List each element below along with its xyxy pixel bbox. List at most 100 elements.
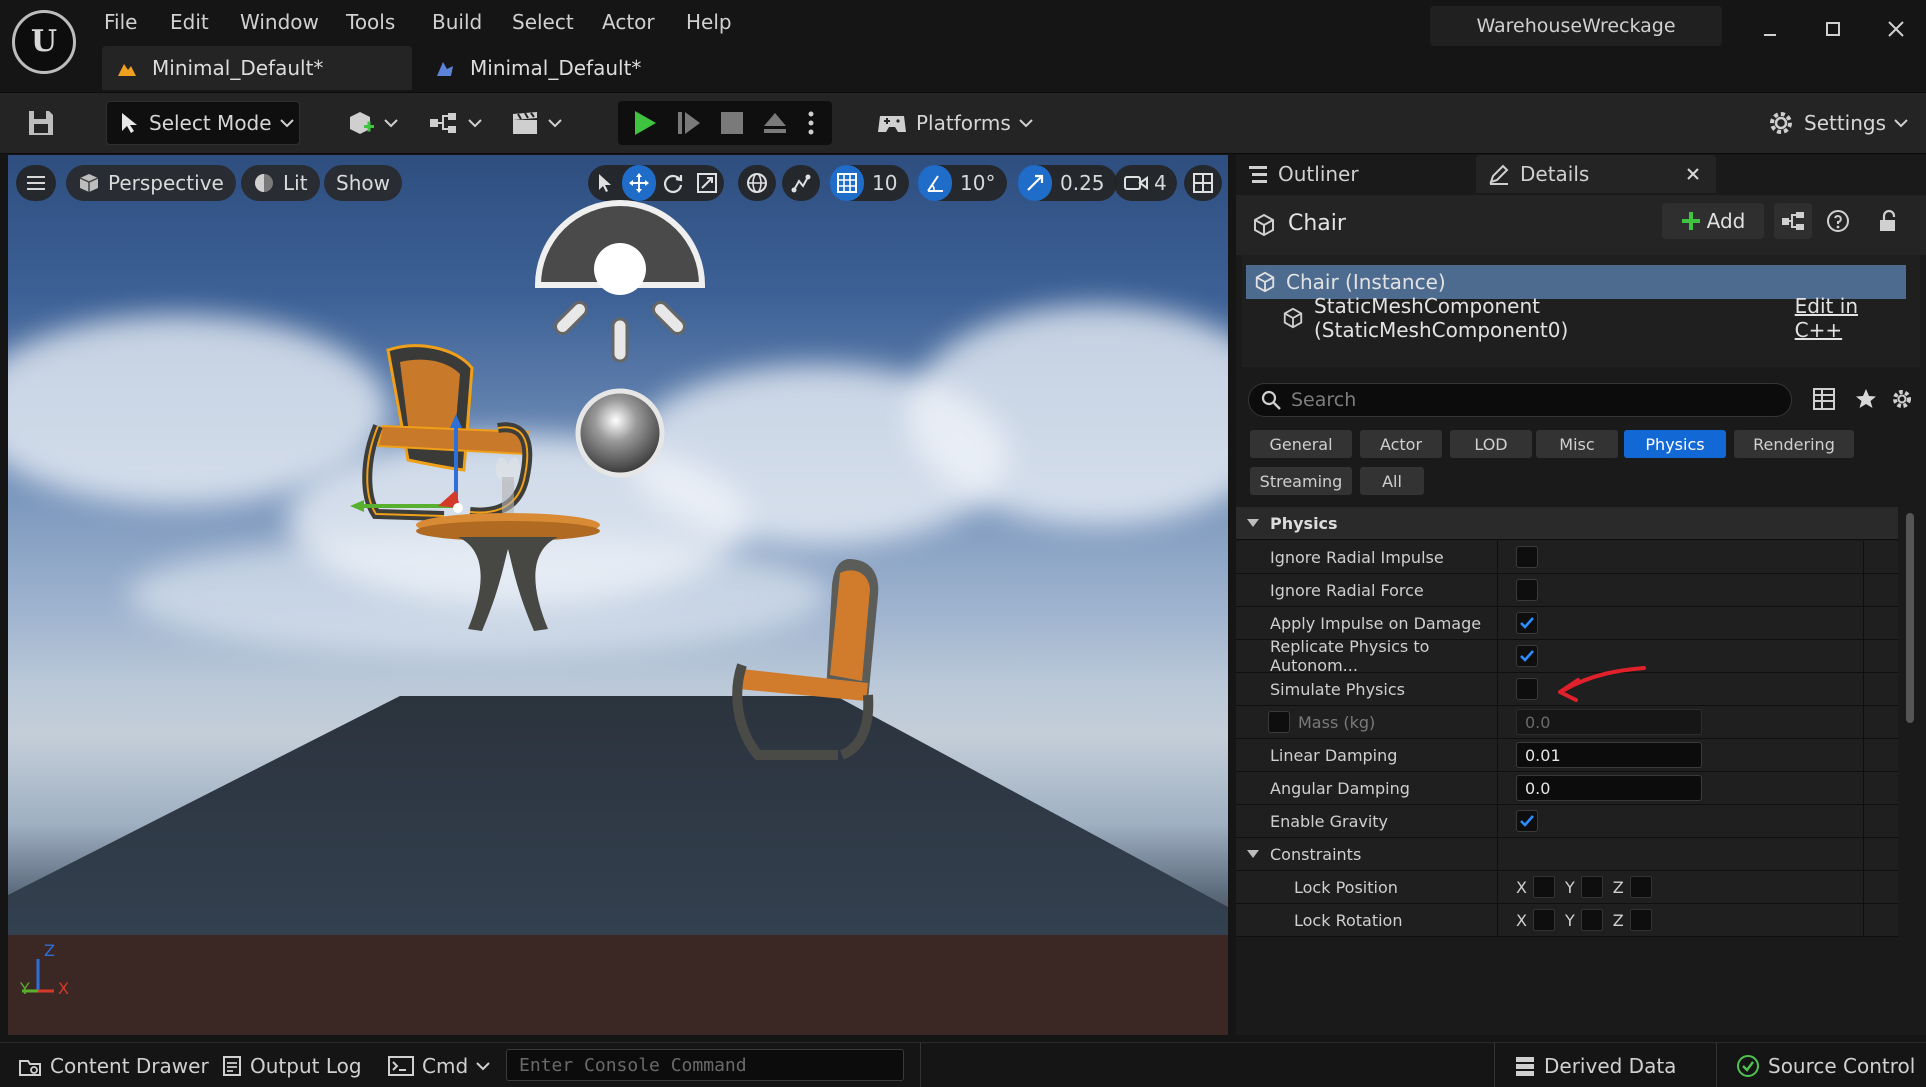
show-button[interactable]: Show [324,165,402,201]
tab-outliner[interactable]: Outliner [1236,155,1472,193]
linear-damping-input[interactable]: 0.01 [1516,742,1702,768]
axis-z-label: Z [44,941,55,960]
stop-icon[interactable] [720,111,744,135]
filter-misc[interactable]: Misc [1536,430,1618,458]
filter-actor[interactable]: Actor [1360,430,1442,458]
maximize-button[interactable] [1813,12,1853,46]
camera-speed-control[interactable]: 4 [1114,165,1177,201]
enable-gravity-checkbox[interactable] [1516,810,1538,832]
tab-level-active[interactable]: Minimal_Default* [102,46,412,90]
favorites-star-icon[interactable] [1854,387,1878,411]
z-label: Z [1612,910,1624,930]
menu-file[interactable]: File [104,8,137,36]
scrollbar-thumb[interactable] [1906,513,1914,723]
eject-icon[interactable] [762,111,788,135]
derived-data-button[interactable]: Derived Data [1514,1049,1676,1083]
source-control-button[interactable]: Source Control [1736,1049,1915,1083]
chevron-down-icon [1894,118,1908,128]
mass-override-checkbox[interactable] [1268,711,1290,733]
replicate-physics-checkbox[interactable] [1516,645,1538,667]
menu-tools[interactable]: Tools [346,8,395,36]
add-component-button[interactable]: Add [1662,203,1764,239]
filter-streaming[interactable]: Streaming [1250,467,1352,495]
close-window-button[interactable] [1876,12,1916,46]
x-label: X [1516,877,1527,897]
apply-impulse-checkbox[interactable] [1516,612,1538,634]
category-physics[interactable]: Physics [1236,507,1898,540]
menu-select[interactable]: Select [512,8,574,36]
more-options-icon[interactable] [808,110,814,136]
perspective-button[interactable]: Perspective [66,165,236,201]
lock-icon[interactable] [1878,209,1900,233]
content-drawer-button[interactable]: Content Drawer [18,1049,209,1083]
gear-icon[interactable] [1890,387,1914,411]
filter-physics[interactable]: Physics [1624,430,1726,458]
check-icon [1520,650,1534,662]
unreal-logo-icon[interactable]: U [12,10,76,74]
close-icon[interactable] [1686,167,1700,181]
grid-snap-control[interactable]: 10 [830,165,910,201]
filter-all[interactable]: All [1360,467,1424,495]
output-log-button[interactable]: Output Log [222,1049,362,1083]
skip-frame-icon[interactable] [676,109,702,137]
menu-window[interactable]: Window [240,8,319,36]
check-circle-icon [1736,1054,1760,1078]
platforms-button[interactable]: Platforms [876,101,1033,145]
angular-damping-input[interactable]: 0.0 [1516,775,1702,801]
menu-edit[interactable]: Edit [170,8,209,36]
camera-icon [1124,174,1148,192]
viewport-layout-button[interactable] [1184,165,1222,201]
level-viewport[interactable]: Perspective Lit Show 10 10° 0.25 4 Z Y X [8,155,1228,1035]
component-row[interactable]: StaticMeshComponent (StaticMeshComponent… [1282,294,1916,342]
viewport-menu-button[interactable] [16,165,56,201]
select-mode-dropdown[interactable]: Select Mode [106,101,300,145]
chevron-down-icon [548,118,562,128]
tab-details[interactable]: Details [1476,155,1716,193]
simulate-physics-checkbox[interactable] [1516,678,1538,700]
filter-lod[interactable]: LOD [1450,430,1532,458]
surface-snap-button[interactable] [782,165,820,201]
lock-position-y-checkbox[interactable] [1580,876,1603,898]
ignore-radial-force-checkbox[interactable] [1516,579,1538,601]
prop-linear-damping: Linear Damping 0.01 [1236,739,1898,772]
tab-level-blueprint[interactable]: Minimal_Default* [420,46,720,90]
chevron-down-icon [468,118,482,128]
blueprints-button[interactable] [428,101,482,145]
edit-in-cpp-link[interactable]: Edit in C++ [1795,294,1908,342]
filter-rendering[interactable]: Rendering [1734,430,1854,458]
menu-build[interactable]: Build [432,8,482,36]
ignore-radial-impulse-checkbox[interactable] [1516,546,1538,568]
settings-button[interactable]: Settings [1766,101,1908,145]
play-icon[interactable] [632,109,658,137]
add-content-button[interactable] [346,101,398,145]
blueprint-button[interactable] [1774,203,1812,239]
rotation-snap-control[interactable]: 10° [918,165,1008,201]
scale-snap-control[interactable]: 0.25 [1018,165,1117,201]
world-space-button[interactable] [738,165,776,201]
divider [1494,1043,1495,1087]
console-input[interactable]: Enter Console Command [506,1049,904,1081]
cmd-dropdown[interactable]: Cmd [388,1049,490,1083]
menu-help[interactable]: Help [686,8,732,36]
directional-light-icon[interactable] [528,193,712,363]
add-actor-icon [346,109,376,137]
menu-actor[interactable]: Actor [602,8,655,36]
mass-input[interactable]: 0.0 [1516,709,1702,735]
lock-rotation-y-checkbox[interactable] [1580,909,1603,931]
category-constraints[interactable]: Constraints [1236,838,1898,871]
table-view-icon[interactable] [1812,387,1836,411]
lock-position-x-checkbox[interactable] [1532,876,1555,898]
lock-position-z-checkbox[interactable] [1629,876,1652,898]
help-icon[interactable] [1826,209,1850,233]
cinematics-button[interactable] [510,101,562,145]
view-mode-button[interactable]: Lit [241,165,320,201]
lock-rotation-x-checkbox[interactable] [1532,909,1555,931]
chevron-down-icon [476,1061,490,1071]
search-input[interactable]: Search [1248,383,1792,417]
save-icon[interactable] [26,101,56,145]
component-label: StaticMeshComponent (StaticMeshComponent… [1314,294,1569,342]
details-scrollbar[interactable] [1900,507,1920,1035]
lock-rotation-z-checkbox[interactable] [1629,909,1652,931]
minimize-button[interactable] [1750,12,1790,46]
filter-general[interactable]: General [1250,430,1352,458]
